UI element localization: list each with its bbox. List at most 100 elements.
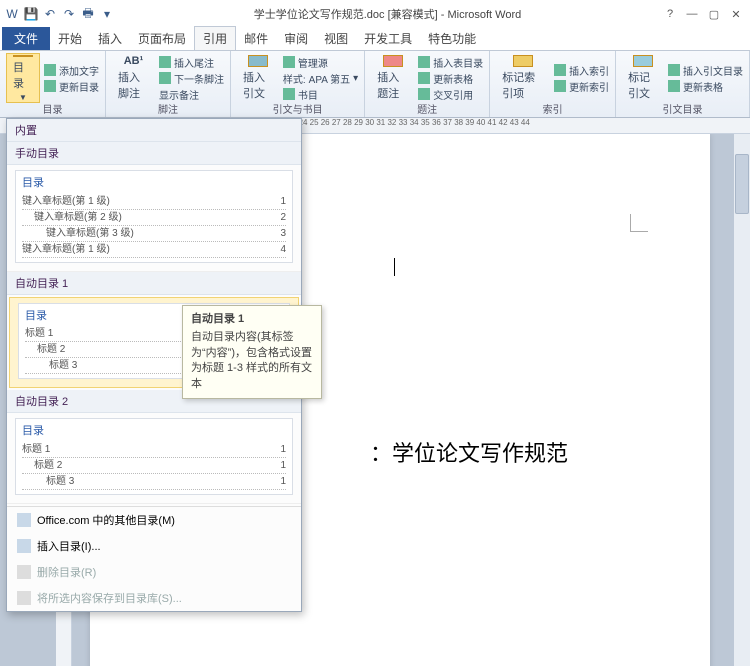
mark-cit-icon bbox=[633, 55, 653, 67]
next-footnote-button[interactable]: 下一条脚注 bbox=[159, 71, 224, 86]
crossref-icon bbox=[418, 88, 430, 100]
insert-caption-button[interactable]: 插入题注 bbox=[371, 53, 414, 103]
toc-icon bbox=[13, 55, 33, 57]
window-controls: ? — ▢ ✕ bbox=[660, 6, 746, 22]
redo-icon[interactable]: ↷ bbox=[61, 6, 77, 22]
tab-page-layout[interactable]: 页面布局 bbox=[130, 27, 194, 50]
help-icon[interactable]: ? bbox=[660, 6, 680, 22]
manual-toc-preview: 目录 键入章标题(第 1 级)1 键入章标题(第 2 级)2 键入章标题(第 3… bbox=[15, 170, 293, 263]
tooltip-title: 自动目录 1 bbox=[191, 312, 313, 327]
document-body-title: ：学位论文写作规范 bbox=[370, 436, 568, 468]
bibliography-button[interactable]: 书目 bbox=[283, 87, 358, 102]
insert-footnote-button[interactable]: AB¹ 插入脚注 bbox=[112, 53, 155, 103]
endnote-icon bbox=[159, 56, 171, 68]
insert-toa-button[interactable]: 插入引文目录 bbox=[668, 63, 743, 78]
tooltip-body: 自动目录内容(其标签为“内容”)，包含格式设置为标题 1-3 样式的所有文本 bbox=[191, 330, 313, 392]
group-label: 引文与书目 bbox=[231, 101, 364, 116]
scrollbar-thumb[interactable] bbox=[735, 154, 749, 214]
remove-icon bbox=[17, 565, 31, 579]
tab-references[interactable]: 引用 bbox=[194, 26, 236, 50]
group-label: 引文目录 bbox=[616, 101, 749, 116]
update-index-button[interactable]: 更新索引 bbox=[554, 79, 609, 94]
update-toc-button[interactable]: 更新目录 bbox=[44, 79, 99, 94]
tab-review[interactable]: 审阅 bbox=[276, 27, 316, 50]
gallery-item-auto2[interactable]: 目录 标题 11 标题 21 标题 31 bbox=[7, 413, 301, 504]
more-office-toc[interactable]: Office.com 中的其他目录(M) bbox=[7, 507, 301, 533]
index-icon bbox=[554, 64, 566, 76]
group-captions: 插入题注 插入表目录 更新表格 交叉引用 题注 bbox=[365, 51, 490, 117]
update-toa-button[interactable]: 更新表格 bbox=[668, 79, 743, 94]
add-text-button[interactable]: 添加文字 bbox=[44, 63, 99, 78]
gallery-section-auto1: 自动目录 1 bbox=[7, 272, 301, 295]
tab-file[interactable]: 文件 bbox=[2, 27, 50, 50]
citation-icon bbox=[248, 55, 268, 67]
toc-button[interactable]: 目录 ▼ bbox=[6, 53, 40, 103]
insert-index-button[interactable]: 插入索引 bbox=[554, 63, 609, 78]
tab-view[interactable]: 视图 bbox=[316, 27, 356, 50]
save-selection-to-gallery: 将所选内容保存到目录库(S)... bbox=[7, 585, 301, 611]
globe-icon bbox=[17, 513, 31, 527]
cross-reference-button[interactable]: 交叉引用 bbox=[418, 87, 483, 102]
group-label: 目录 bbox=[0, 101, 105, 116]
update-icon bbox=[44, 80, 56, 92]
show-notes-button[interactable]: 显示备注 bbox=[159, 87, 224, 102]
save-icon[interactable]: 💾 bbox=[23, 6, 39, 22]
margin-marker bbox=[630, 214, 648, 232]
vertical-scrollbar[interactable] bbox=[734, 134, 750, 666]
title-bar: W 💾 ↶ ↷ 🖶 ▾ 学士学位论文写作规范.doc [兼容模式] - Micr… bbox=[0, 0, 750, 28]
tab-home[interactable]: 开始 bbox=[50, 27, 90, 50]
word-app-icon: W bbox=[4, 6, 20, 22]
insert-table-figures-button[interactable]: 插入表目录 bbox=[418, 55, 483, 70]
add-text-icon bbox=[44, 64, 56, 76]
group-toa: 标记引文 插入引文目录 更新表格 引文目录 bbox=[616, 51, 750, 117]
undo-icon[interactable]: ↶ bbox=[42, 6, 58, 22]
manage-icon bbox=[283, 56, 295, 68]
gallery-item-manual[interactable]: 目录 键入章标题(第 1 级)1 键入章标题(第 2 级)2 键入章标题(第 3… bbox=[7, 165, 301, 272]
ribbon-tabs: 文件 开始 插入 页面布局 引用 邮件 审阅 视图 开发工具 特色功能 bbox=[0, 28, 750, 50]
gallery-section-builtin: 内置 bbox=[7, 119, 301, 142]
insert-toc-dialog[interactable]: 插入目录(I)... bbox=[7, 533, 301, 559]
toa-icon bbox=[668, 64, 680, 76]
mark-entry-button[interactable]: 标记索引项 bbox=[496, 53, 550, 103]
toc-button-label: 目录 bbox=[13, 59, 33, 91]
insert-endnote-button[interactable]: 插入尾注 bbox=[159, 55, 224, 70]
group-footnotes: AB¹ 插入脚注 插入尾注 下一条脚注 显示备注 脚注 bbox=[106, 51, 231, 117]
mark-citation-button[interactable]: 标记引文 bbox=[622, 53, 664, 103]
insert-citation-button[interactable]: 插入引文 bbox=[237, 53, 279, 103]
next-icon bbox=[159, 72, 171, 84]
tof-icon bbox=[418, 56, 430, 68]
update-toa-icon bbox=[668, 80, 680, 92]
quick-access-toolbar: W 💾 ↶ ↷ 🖶 ▾ bbox=[4, 6, 115, 22]
tab-insert[interactable]: 插入 bbox=[90, 27, 130, 50]
print-icon[interactable]: 🖶 bbox=[80, 6, 96, 22]
tab-mailings[interactable]: 邮件 bbox=[236, 27, 276, 50]
tab-developer[interactable]: 开发工具 bbox=[356, 27, 420, 50]
update-table-button[interactable]: 更新表格 bbox=[418, 71, 483, 86]
minimize-icon[interactable]: — bbox=[682, 6, 702, 22]
tab-special[interactable]: 特色功能 bbox=[420, 27, 484, 50]
manage-sources-button[interactable]: 管理源 bbox=[283, 55, 358, 70]
group-index: 标记索引项 插入索引 更新索引 索引 bbox=[490, 51, 616, 117]
gallery-section-manual: 手动目录 bbox=[7, 142, 301, 165]
tooltip: 自动目录 1 自动目录内容(其标签为“内容”)，包含格式设置为标题 1-3 样式… bbox=[182, 305, 322, 399]
window-title: 学士学位论文写作规范.doc [兼容模式] - Microsoft Word bbox=[115, 6, 660, 22]
maximize-icon[interactable]: ▢ bbox=[704, 6, 724, 22]
remove-toc: 删除目录(R) bbox=[7, 559, 301, 585]
caption-icon bbox=[383, 55, 403, 67]
close-icon[interactable]: ✕ bbox=[726, 6, 746, 22]
group-toc: 目录 ▼ 添加文字 更新目录 目录 bbox=[0, 51, 106, 117]
group-label: 脚注 bbox=[106, 101, 230, 116]
style-select[interactable]: 样式: APA 第五▾ bbox=[283, 71, 358, 86]
auto2-toc-preview: 目录 标题 11 标题 21 标题 31 bbox=[15, 418, 293, 495]
text-cursor bbox=[394, 258, 395, 276]
group-label: 索引 bbox=[490, 101, 615, 116]
qat-more-icon[interactable]: ▾ bbox=[99, 6, 115, 22]
save-gallery-icon bbox=[17, 591, 31, 605]
mark-icon bbox=[513, 55, 533, 67]
update-table-icon bbox=[418, 72, 430, 84]
group-citations: 插入引文 管理源 样式: APA 第五▾ 书目 引文与书目 bbox=[231, 51, 365, 117]
insert-toc-icon bbox=[17, 539, 31, 553]
group-label: 题注 bbox=[365, 101, 489, 116]
ab-icon: AB¹ bbox=[124, 55, 144, 67]
ribbon: 目录 ▼ 添加文字 更新目录 目录 AB¹ 插入脚注 插入尾注 下一条脚注 显示… bbox=[0, 50, 750, 118]
